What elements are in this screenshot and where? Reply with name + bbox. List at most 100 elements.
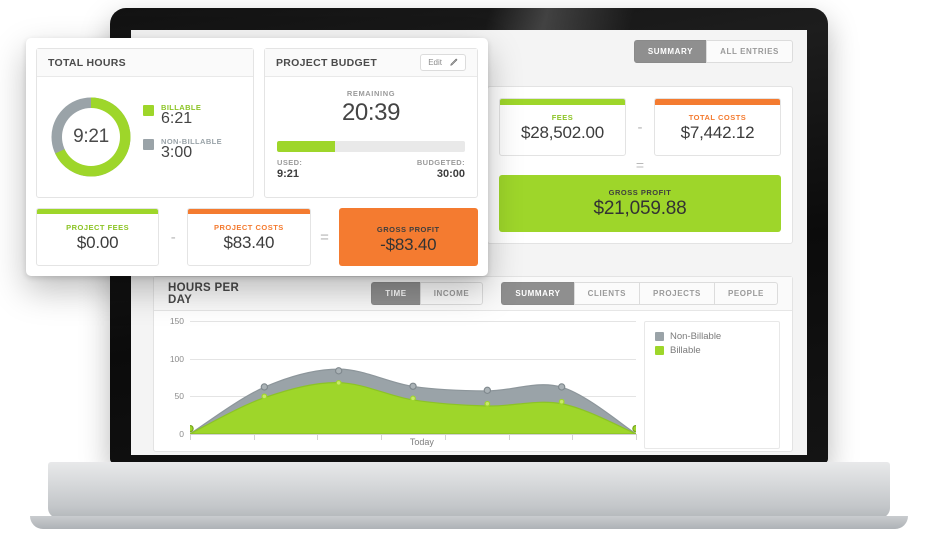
y-axis-tick-label: 0: [179, 428, 184, 439]
budget-progress-bar: [277, 141, 465, 152]
project-fees-value: $0.00: [76, 233, 119, 252]
total-hours-card: TOTAL HOURS 9:21 BILLABLE 6:21 NON-BILLA…: [36, 48, 254, 198]
donut-legend-item-billable[interactable]: BILLABLE 6:21: [143, 103, 222, 128]
chart-point[interactable]: [190, 424, 194, 433]
page-title: HOURS PER DAY: [168, 281, 240, 306]
hours-donut-chart[interactable]: 9:21: [49, 95, 133, 179]
non-billable-value: 3:00: [161, 144, 193, 161]
screenshot-stage: SUMMARY ALL ENTRIES FEES $28,502.00 - TO…: [0, 0, 938, 542]
edit-button[interactable]: Edit: [420, 54, 466, 71]
chart-point[interactable]: [409, 382, 417, 390]
tab-group-projects[interactable]: PROJECTS: [639, 282, 714, 305]
project-budget-card: PROJECT BUDGET Edit REMAINING 20:39 USED…: [264, 48, 478, 198]
billable-group: BILLABLE 6:21: [161, 103, 201, 128]
project-budget-body: REMAINING 20:39 USED: 9:21 BUDGETED: 30:…: [265, 77, 477, 197]
legend-item-billable[interactable]: Billable: [655, 345, 769, 356]
top-tab-group: SUMMARY ALL ENTRIES: [633, 40, 793, 63]
overlay-operator-minus: -: [170, 228, 176, 246]
budgeted-value: 30:00: [436, 168, 465, 180]
pencil-icon: [450, 58, 458, 66]
x-axis-tick: [636, 433, 637, 440]
fees-accent-bar: [500, 99, 625, 105]
fees-metric[interactable]: FEES $28,502.00: [499, 98, 626, 156]
operator-minus: -: [637, 118, 643, 136]
project-budget-header: PROJECT BUDGET Edit: [265, 49, 477, 77]
billable-swatch: [143, 105, 154, 117]
project-costs-accent-bar: [188, 209, 310, 214]
gross-profit-value: $21,059.88: [593, 198, 687, 219]
total-hours-header: TOTAL HOURS: [37, 49, 253, 77]
chart-point[interactable]: [334, 367, 343, 375]
overlay-gross-profit-label: GROSS PROFIT: [376, 225, 440, 234]
floating-detail-panel: TOTAL HOURS 9:21 BILLABLE 6:21 NON-BILLA…: [26, 38, 488, 276]
tab-income[interactable]: INCOME: [419, 282, 484, 305]
legend-item-non-billable[interactable]: Non-Billable: [655, 331, 769, 342]
chart-point[interactable]: [558, 398, 565, 405]
overlay-bottom-row: PROJECT FEES $0.00 - PROJECT COSTS $83.4…: [36, 208, 478, 266]
project-costs-metric[interactable]: PROJECT COSTS $83.40: [187, 208, 311, 266]
non-billable-group: NON-BILLABLE 3:00: [161, 137, 222, 162]
fees-value: $28,502.00: [520, 123, 605, 142]
donut-center-value: 9:21: [73, 126, 109, 147]
chart-point[interactable]: [260, 383, 269, 391]
legend-swatch-non-billable: [655, 332, 664, 341]
tab-group-summary[interactable]: SUMMARY: [501, 282, 574, 305]
area-chart[interactable]: 0 50 100 150 Today: [170, 316, 637, 449]
overlay-gross-profit[interactable]: GROSS PROFIT -$83.40: [338, 208, 478, 266]
project-fees-label: PROJECT FEES: [66, 223, 130, 232]
y-axis-gutter: [160, 321, 190, 449]
laptop-foot: [30, 516, 908, 529]
overlay-operator-equals: =: [320, 228, 329, 246]
total-costs-label: TOTAL COSTS: [688, 113, 747, 122]
laptop-base: [48, 462, 890, 518]
donut-legend-item-non-billable[interactable]: NON-BILLABLE 3:00: [143, 137, 222, 162]
gross-profit-band[interactable]: GROSS PROFIT $21,059.88: [499, 175, 781, 232]
total-hours-title: TOTAL HOURS: [48, 56, 126, 69]
tab-group-clients[interactable]: CLIENTS: [573, 282, 640, 305]
used-value: 9:21: [277, 168, 300, 180]
chart-legend: Non-Billable Billable: [644, 321, 780, 449]
chart-point[interactable]: [483, 386, 492, 394]
project-fees-metric[interactable]: PROJECT FEES $0.00: [36, 208, 160, 266]
edit-button-label: Edit: [428, 58, 442, 67]
chart-point[interactable]: [484, 400, 491, 407]
y-axis-tick-label: 100: [169, 353, 184, 364]
project-costs-label: PROJECT COSTS: [213, 223, 284, 232]
group-tab-group: SUMMARY CLIENTS PROJECTS PEOPLE: [501, 282, 778, 305]
overlay-gross-profit-value: -$83.40: [380, 235, 437, 254]
fees-label: FEES: [551, 113, 574, 122]
chart-body: 0 50 100 150 Today Non-Billable Billable: [154, 311, 792, 453]
non-billable-swatch: [143, 139, 154, 150]
total-costs-value: $7,442.12: [680, 123, 755, 142]
total-costs-metric[interactable]: TOTAL COSTS $7,442.12: [654, 98, 781, 156]
tab-group-people[interactable]: PEOPLE: [713, 282, 778, 305]
total-hours-body: 9:21 BILLABLE 6:21 NON-BILLABLE 3:00: [37, 77, 253, 197]
legend-swatch-billable: [655, 346, 664, 355]
fees-calc-row: FEES $28,502.00 - TOTAL COSTS $7,442.12: [499, 98, 781, 156]
gross-profit-label: GROSS PROFIT: [608, 188, 672, 197]
chart-point[interactable]: [410, 395, 416, 402]
overlay-top-row: TOTAL HOURS 9:21 BILLABLE 6:21 NON-BILLA…: [36, 48, 478, 198]
mode-tab-group: TIME INCOME: [371, 282, 484, 305]
tab-time[interactable]: TIME: [371, 282, 420, 305]
used-label: USED:: [277, 158, 303, 167]
y-axis-tick-label: 50: [174, 391, 184, 402]
remaining-value: 20:39: [341, 99, 401, 126]
chart-point[interactable]: [632, 424, 636, 433]
donut-legend: BILLABLE 6:21 NON-BILLABLE 3:00: [143, 103, 222, 171]
donut-center: 9:21: [62, 108, 120, 166]
today-annotation: Today: [409, 437, 434, 447]
used-group: USED: 9:21: [277, 158, 302, 180]
hours-panel-header: HOURS PER DAY TIME INCOME SUMMARY CLIENT…: [154, 277, 792, 311]
chart-point[interactable]: [557, 383, 566, 391]
chart-point[interactable]: [261, 393, 268, 400]
billable-value: 6:21: [161, 110, 193, 128]
tab-summary[interactable]: SUMMARY: [633, 40, 707, 63]
y-axis-tick-label: 150: [169, 316, 184, 326]
project-fees-accent-bar: [37, 209, 159, 214]
tab-all-entries[interactable]: ALL ENTRIES: [706, 40, 793, 63]
chart-point[interactable]: [335, 380, 342, 386]
hours-per-day-panel: HOURS PER DAY TIME INCOME SUMMARY CLIENT…: [153, 276, 793, 452]
x-axis-line: [190, 433, 636, 435]
budget-footer: USED: 9:21 BUDGETED: 30:00: [277, 158, 465, 180]
